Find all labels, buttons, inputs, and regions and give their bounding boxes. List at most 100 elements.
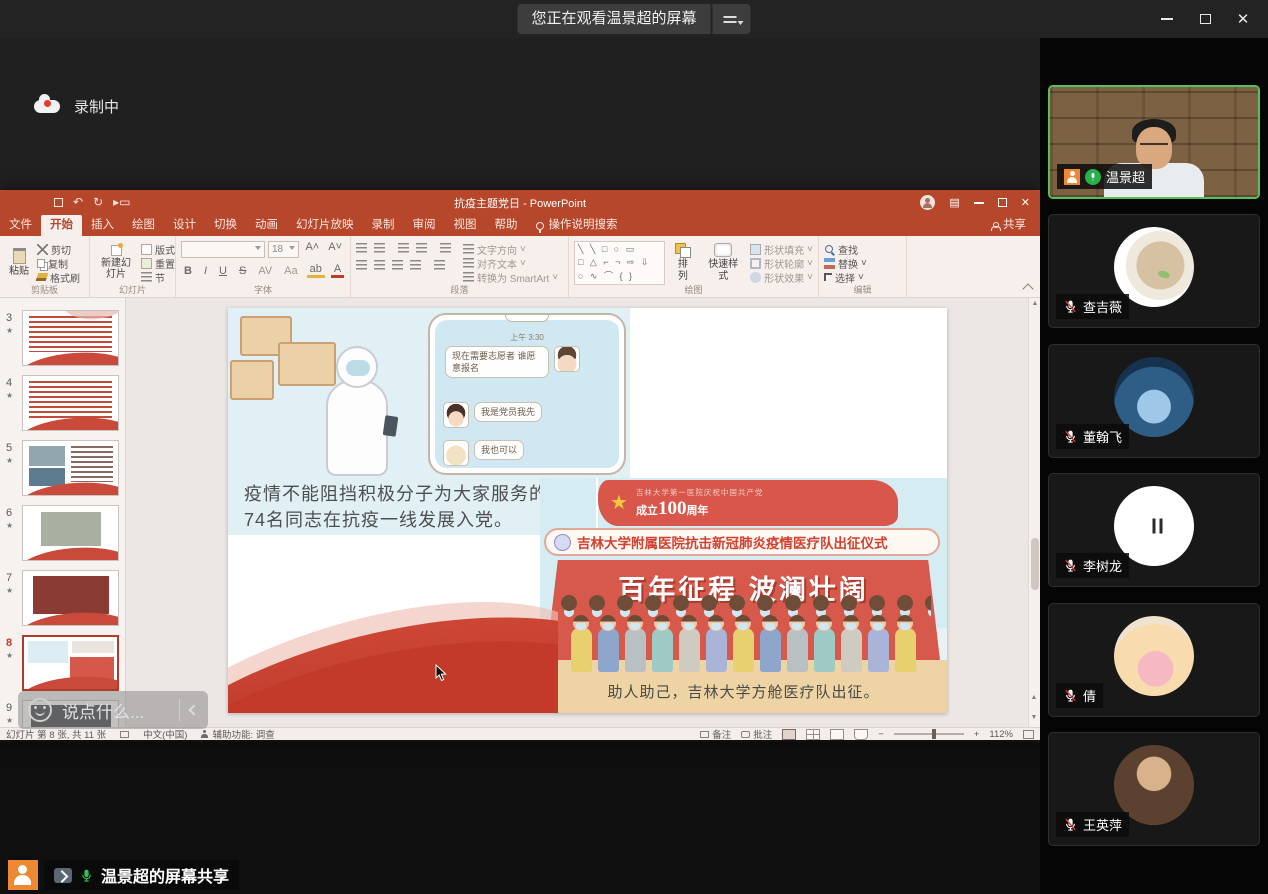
copy-button[interactable]: 复制 — [37, 256, 80, 270]
italic-button[interactable]: I — [201, 265, 210, 277]
convert-smartart-button[interactable]: 转换为 SmartArt ˅ — [463, 270, 558, 284]
align-center-icon[interactable] — [374, 260, 385, 271]
decrease-indent-icon[interactable] — [398, 243, 409, 254]
font-color-button[interactable]: A — [331, 263, 344, 278]
tab-draw[interactable]: 绘图 — [123, 215, 164, 236]
columns-icon[interactable] — [434, 260, 445, 271]
participant-tile-donghanfei[interactable]: 董翰飞 — [1048, 344, 1260, 458]
tab-insert[interactable]: 插入 — [82, 215, 123, 236]
replace-button[interactable]: 替换 ˅ — [824, 256, 867, 270]
tab-view[interactable]: 视图 — [445, 215, 486, 236]
language-status[interactable]: 中文(中国) — [143, 727, 187, 741]
fit-to-window-icon[interactable] — [1023, 730, 1034, 739]
quick-styles-button[interactable]: 快速样式 — [700, 241, 746, 284]
slide-sorter-view-button[interactable] — [806, 729, 820, 740]
text-direction-button[interactable]: 文字方向 ˅ — [463, 242, 558, 256]
thumbnail-slide-7[interactable]: 7★ — [0, 570, 126, 630]
layout-button[interactable]: 版式 — [141, 242, 175, 256]
arrange-button[interactable]: 排列 — [669, 241, 696, 284]
ppt-close-button[interactable]: ✕ — [1021, 196, 1030, 209]
comments-button[interactable]: 批注 — [741, 727, 772, 741]
font-name-combobox[interactable] — [181, 241, 265, 258]
reset-button[interactable]: 重置 — [141, 256, 175, 270]
participant-tile-zhajiwei[interactable]: 查吉薇 — [1048, 214, 1260, 328]
zoom-in-button[interactable]: + — [974, 729, 980, 740]
slideshow-from-start-icon[interactable]: ▸▭ — [113, 196, 130, 208]
display-settings-icon[interactable] — [120, 731, 129, 738]
scroll-up-arrow[interactable]: ▲ — [1029, 298, 1040, 310]
zoom-out-button[interactable]: − — [878, 729, 884, 740]
change-case-button[interactable]: Aa — [281, 265, 300, 277]
tab-record[interactable]: 录制 — [363, 215, 404, 236]
scrollbar-thumb[interactable] — [1031, 538, 1039, 590]
bullets-icon[interactable] — [356, 243, 367, 254]
tab-review[interactable]: 审阅 — [404, 215, 445, 236]
share-button[interactable]: 共享 — [977, 215, 1040, 236]
zoom-slider[interactable] — [894, 733, 964, 735]
new-slide-button[interactable]: 新建幻灯片 — [95, 241, 137, 284]
underline-button[interactable]: U — [216, 265, 230, 277]
shapes-gallery[interactable]: ╲ ╲ □ ○ ▭□ △ ⌐ ¬ ⇨ ⇩○ ∿ ⌒ { } — [574, 241, 665, 285]
account-avatar[interactable] — [920, 195, 935, 210]
justify-icon[interactable] — [410, 260, 421, 271]
paste-button[interactable]: 粘贴 — [5, 241, 33, 284]
collapse-chat-icon[interactable] — [188, 704, 199, 715]
ppt-restore-button[interactable] — [998, 198, 1007, 207]
save-icon[interactable] — [54, 198, 63, 207]
tab-design[interactable]: 设计 — [164, 215, 205, 236]
participant-tile-lishulong[interactable]: 李树龙 — [1048, 473, 1260, 587]
window-minimize-button[interactable] — [1152, 5, 1182, 33]
tab-animations[interactable]: 动画 — [246, 215, 287, 236]
zoom-slider-knob[interactable] — [932, 729, 936, 739]
numbering-icon[interactable] — [374, 243, 385, 254]
section-button[interactable]: 节 — [141, 270, 175, 284]
decrease-font-button[interactable]: A˅ — [325, 241, 345, 258]
font-size-combobox[interactable]: 18 — [268, 241, 300, 258]
find-button[interactable]: 查找 — [824, 242, 867, 256]
next-slide-button[interactable]: ▼ — [1031, 714, 1038, 721]
slide-editing-canvas[interactable]: 上午 3:30 现在需要志愿者 谁愿意报名 我是党员我先 — [126, 298, 1040, 727]
character-spacing-button[interactable]: AV — [255, 265, 275, 277]
strikethrough-button[interactable]: S — [236, 265, 249, 277]
window-close-button[interactable]: ✕ — [1228, 5, 1258, 33]
format-painter-button[interactable]: 格式刷 — [37, 270, 80, 284]
window-maximize-button[interactable] — [1190, 5, 1220, 33]
participant-tile-qian[interactable]: 倩 — [1048, 603, 1260, 717]
thumbnail-slide-5[interactable]: 5★ — [0, 440, 126, 500]
tab-home[interactable]: 开始 — [41, 215, 82, 236]
notes-button[interactable]: 备注 — [700, 727, 731, 741]
increase-font-button[interactable]: A˄ — [302, 241, 322, 258]
accessibility-status[interactable]: 辅助功能: 调查 — [201, 727, 274, 741]
reading-view-button[interactable] — [830, 729, 844, 740]
redo-icon[interactable]: ↻ — [93, 196, 103, 208]
chat-input-placeholder[interactable]: 说点什么... — [62, 698, 169, 723]
participants-icon[interactable] — [8, 860, 38, 890]
tab-file[interactable]: 文件 — [0, 215, 41, 236]
increase-indent-icon[interactable] — [416, 243, 427, 254]
normal-view-button[interactable] — [782, 729, 796, 740]
shape-fill-button[interactable]: 形状填充 ˅ — [750, 242, 813, 256]
tab-slideshow[interactable]: 幻灯片放映 — [287, 215, 363, 236]
thumbnail-slide-8-current[interactable]: 8★ — [0, 635, 126, 695]
chat-overlay[interactable]: 说点什么... — [18, 691, 208, 729]
emoji-icon[interactable] — [28, 698, 52, 722]
align-right-icon[interactable] — [392, 260, 403, 271]
canvas-scrollbar[interactable]: ▲ ▲ ▼ — [1028, 298, 1040, 727]
watching-menu-button[interactable] — [713, 4, 751, 34]
tab-help[interactable]: 帮助 — [486, 215, 527, 236]
slideshow-view-button[interactable] — [854, 729, 868, 740]
collapse-ribbon-button[interactable] — [1022, 283, 1033, 294]
align-text-button[interactable]: 对齐文本 ˅ — [463, 256, 558, 270]
participant-tile-wenjingchao[interactable]: 温景超 — [1048, 85, 1260, 199]
shape-effects-button[interactable]: 形状效果 ˅ — [750, 270, 813, 284]
ppt-minimize-button[interactable] — [974, 202, 984, 204]
previous-slide-button[interactable]: ▲ — [1031, 694, 1038, 701]
tab-transitions[interactable]: 切换 — [205, 215, 246, 236]
align-left-icon[interactable] — [356, 260, 367, 271]
zoom-level[interactable]: 112% — [989, 729, 1013, 740]
tell-me-search[interactable]: 操作说明搜索 — [527, 215, 627, 236]
thumbnail-slide-4[interactable]: 4★ — [0, 375, 126, 435]
cut-button[interactable]: 剪切 — [37, 242, 80, 256]
text-highlight-button[interactable]: ab — [307, 263, 325, 278]
ribbon-display-options-icon[interactable]: ▤ — [949, 196, 959, 209]
